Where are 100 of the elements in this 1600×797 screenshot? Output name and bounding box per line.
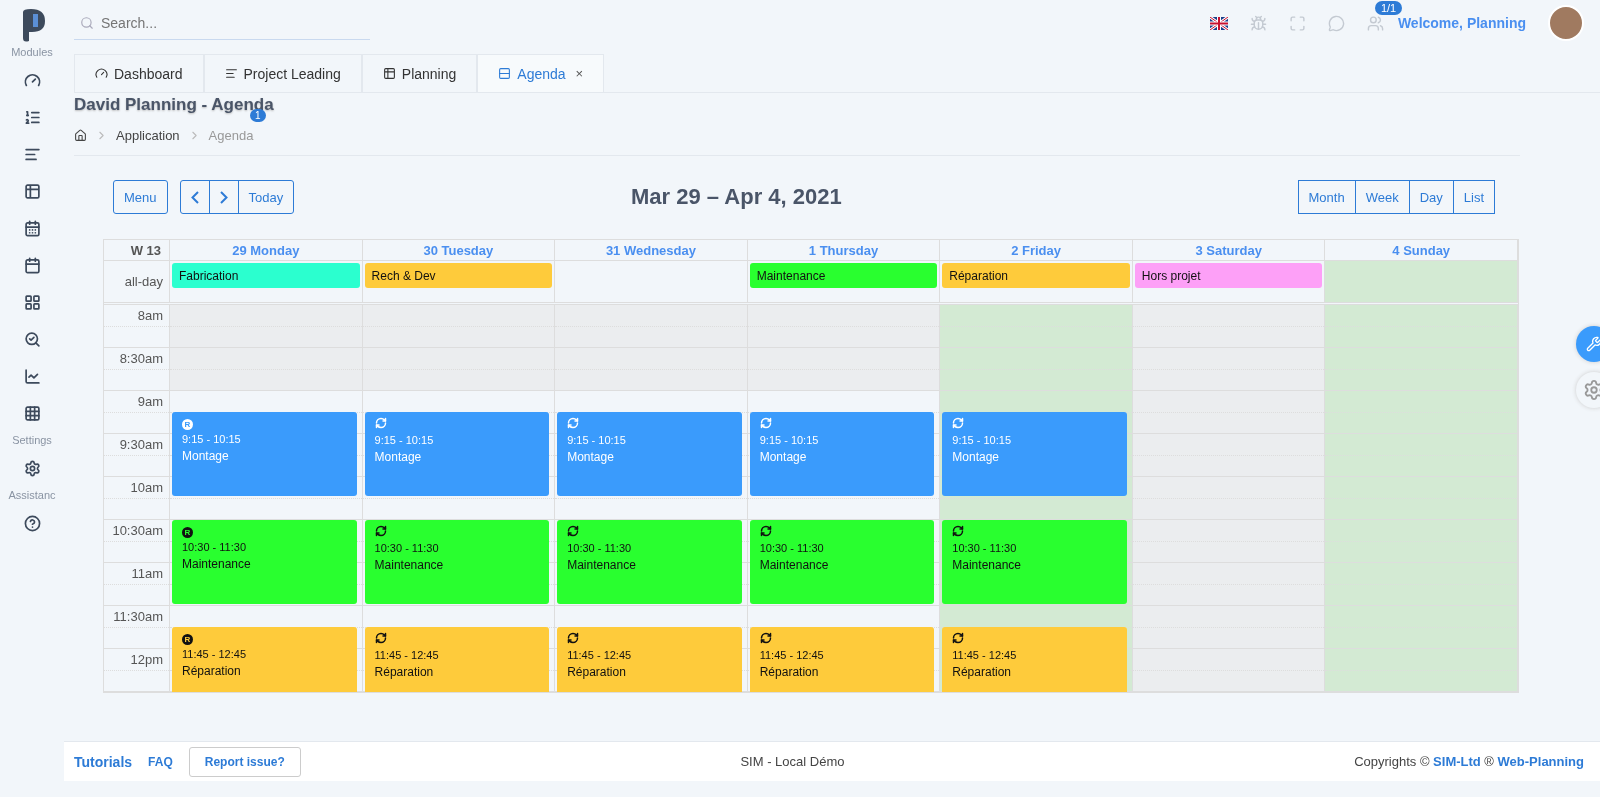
all-day-event[interactable]: Fabrication	[172, 263, 360, 288]
event-title: Maintenance	[182, 557, 252, 571]
rows-icon	[498, 67, 512, 80]
event-card[interactable]: 11:45 - 12:45 Réparation	[749, 627, 935, 692]
footer-center-text: SIM - Local Démo	[739, 754, 846, 769]
sidebar-section-label: Settings	[11, 434, 53, 446]
breadcrumb-link[interactable]: Application	[116, 127, 180, 143]
sidebar-section-label: Assistanc	[7, 489, 57, 501]
tab[interactable]: Planning	[361, 54, 478, 92]
event-time: 10:30 - 11:30	[182, 541, 247, 553]
footer-link[interactable]: FAQ	[148, 754, 173, 769]
time-label: 8:30am	[118, 350, 164, 366]
footer-link[interactable]: Tutorials	[74, 753, 133, 770]
menu-button[interactable]: Menu	[113, 180, 168, 214]
event-title: Montage	[182, 449, 230, 463]
day-header[interactable]: 29 Monday	[170, 240, 363, 260]
event-title: Réparation	[952, 665, 1012, 679]
day-header[interactable]: 3 Saturday	[1132, 240, 1326, 260]
all-day-event[interactable]: Hors projet	[1134, 263, 1323, 288]
event-time: 10:30 - 11:30	[567, 542, 633, 554]
badge-icon: R	[182, 419, 193, 430]
event-time: 11:45 - 12:45	[374, 649, 440, 661]
day-header[interactable]: 2 Friday	[940, 240, 1133, 260]
next-button[interactable]	[208, 180, 239, 214]
all-day-event[interactable]: Rech & Dev	[364, 263, 553, 288]
home-icon[interactable]	[74, 128, 87, 142]
event-time: 11:45 - 12:45	[182, 648, 247, 660]
event-card[interactable]: 10:30 - 11:30 Maintenance	[749, 520, 935, 604]
search-icon	[80, 16, 94, 30]
event-time: 11:45 - 12:45	[567, 649, 633, 661]
all-day-event[interactable]: Réparation	[942, 263, 1130, 288]
event-title: Réparation	[567, 665, 627, 679]
event-time: 9:15 - 10:15	[182, 433, 242, 445]
week-number: W 13	[104, 240, 170, 260]
event-title: Montage	[952, 450, 1000, 464]
day-header[interactable]: 31 Wednesday	[555, 240, 748, 260]
day-header[interactable]: 4 Sunday	[1325, 240, 1518, 260]
event-card[interactable]: 10:30 - 11:30 Maintenance	[942, 520, 1127, 604]
event-title: Montage	[374, 450, 423, 464]
copyright-text: Copyrights © SIM-Ltd ® Web-Planning	[1354, 754, 1584, 769]
chevron-right-icon	[219, 190, 228, 204]
event-card[interactable]: 9:15 - 10:15 Montage	[749, 412, 935, 496]
count-badge: 1	[250, 109, 266, 122]
event-card[interactable]: 9:15 - 10:15 Montage	[557, 412, 742, 496]
event-title: Maintenance	[759, 558, 830, 572]
event-card[interactable]: 11:45 - 12:45 Réparation	[364, 627, 550, 692]
sort-lines-icon	[224, 67, 238, 80]
day-header[interactable]: 1 Thursday	[747, 240, 941, 260]
close-icon[interactable]: ×	[575, 66, 584, 81]
event-time: 9:15 - 10:15	[759, 434, 820, 446]
event-time: 10:30 - 11:30	[374, 542, 440, 554]
event-card[interactable]: R 10:30 - 11:30 Maintenance	[172, 520, 357, 604]
event-card[interactable]: 9:15 - 10:15 Montage	[942, 412, 1127, 496]
time-label: 10am	[129, 479, 164, 495]
table-list-icon	[382, 67, 396, 80]
tab[interactable]: Dashboard	[74, 54, 204, 92]
time-label: 11:30am	[112, 608, 164, 624]
welcome-text[interactable]: Welcome, Planning	[1397, 15, 1526, 31]
report-issue-button[interactable]: Report issue?	[188, 746, 301, 777]
event-title: Réparation	[182, 664, 242, 678]
time-label: 10:30am	[111, 522, 164, 538]
event-title: Réparation	[759, 665, 820, 679]
time-label: 11am	[130, 565, 164, 581]
time-label: 8am	[136, 307, 164, 323]
event-time: 9:15 - 10:15	[567, 434, 627, 446]
view-button[interactable]: Week	[1354, 180, 1410, 214]
event-card[interactable]: 10:30 - 11:30 Maintenance	[557, 520, 742, 604]
event-time: 11:45 - 12:45	[759, 649, 825, 661]
event-card[interactable]: R 9:15 - 10:15 Montage	[172, 412, 357, 496]
event-title: Maintenance	[374, 558, 445, 572]
tab[interactable]: Project Leading	[203, 54, 362, 92]
event-title: Maintenance	[952, 558, 1022, 572]
event-card[interactable]: 9:15 - 10:15 Montage	[364, 412, 550, 496]
view-button[interactable]: Day	[1408, 180, 1454, 214]
tab[interactable]: Agenda ×	[477, 54, 605, 92]
breadcrumb-current: Agenda	[208, 127, 254, 143]
event-card[interactable]: 10:30 - 11:30 Maintenance	[364, 520, 550, 604]
event-title: Maintenance	[567, 558, 637, 572]
user-avatar[interactable]	[1548, 5, 1584, 41]
time-label: 9am	[136, 393, 164, 409]
wrench-icon	[1586, 336, 1600, 352]
event-card[interactable]: R 11:45 - 12:45 Réparation	[172, 627, 357, 692]
view-button[interactable]: List	[1452, 180, 1495, 214]
event-card[interactable]: 11:45 - 12:45 Réparation	[557, 627, 742, 692]
event-title: Montage	[759, 450, 808, 464]
online-count-badge: 1/1	[1374, 0, 1403, 15]
event-time: 9:15 - 10:15	[952, 434, 1012, 446]
view-button[interactable]: Month	[1297, 180, 1356, 214]
badge-icon: R	[182, 527, 193, 538]
settings-icon	[1583, 379, 1600, 401]
event-title: Montage	[567, 450, 615, 464]
chevron-left-icon	[190, 190, 199, 204]
all-day-event[interactable]: Maintenance	[749, 263, 938, 288]
day-header[interactable]: 30 Tuesday	[362, 240, 556, 260]
search-field[interactable]: Search...	[74, 6, 370, 40]
event-card[interactable]: 11:45 - 12:45 Réparation	[942, 627, 1127, 692]
previous-button[interactable]	[179, 180, 210, 214]
event-time: 9:15 - 10:15	[374, 434, 435, 446]
flag-icon[interactable]	[1209, 16, 1228, 30]
today-button[interactable]: Today	[237, 180, 295, 214]
